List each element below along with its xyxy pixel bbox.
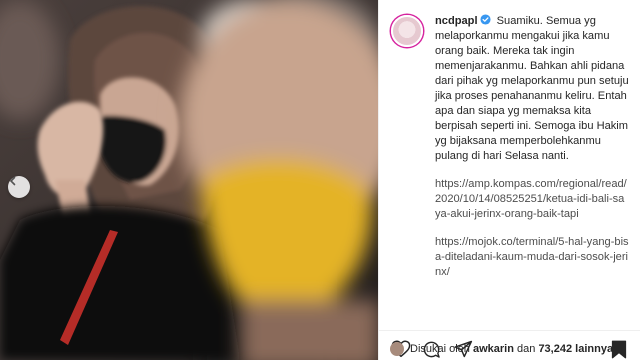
caption-link-kompas[interactable]: https://amp.kompas.com/regional/read/202…: [435, 177, 629, 222]
post-photo: [0, 0, 378, 360]
likes-count[interactable]: 73,242: [538, 343, 572, 355]
liker-avatar: [390, 342, 404, 356]
likes-middle: dan: [517, 343, 536, 355]
caption: ncdpapl Suamiku. Semua yg melaporkanmu m…: [435, 14, 629, 280]
caption-link-mojok[interactable]: https://mojok.co/terminal/5-hal-yang-bis…: [435, 235, 629, 280]
likes-user[interactable]: awkarin: [473, 343, 514, 355]
post-side-panel: ncdpapl Suamiku. Semua yg melaporkanmu m…: [378, 0, 640, 360]
likes-row: Disukai oleh awkarin dan 73,242 lainnya: [390, 342, 613, 356]
chevron-left-icon: [9, 176, 16, 186]
caption-area: ncdpapl Suamiku. Semua yg melaporkanmu m…: [379, 0, 640, 330]
verified-badge-icon: [479, 14, 491, 25]
username-link[interactable]: ncdpapl: [435, 15, 478, 27]
bookmark-icon[interactable]: [611, 340, 627, 359]
caption-text: Suamiku. Semua yg melaporkanmu mengakui …: [435, 15, 629, 162]
photo-image: [0, 0, 378, 360]
likes-prefix: Disukai oleh: [410, 343, 470, 355]
carousel-prev-button[interactable]: [8, 176, 30, 198]
caption-row: ncdpapl Suamiku. Semua yg melaporkanmu m…: [391, 14, 629, 280]
likes-suffix[interactable]: lainnya: [575, 343, 613, 355]
avatar[interactable]: [391, 15, 423, 47]
